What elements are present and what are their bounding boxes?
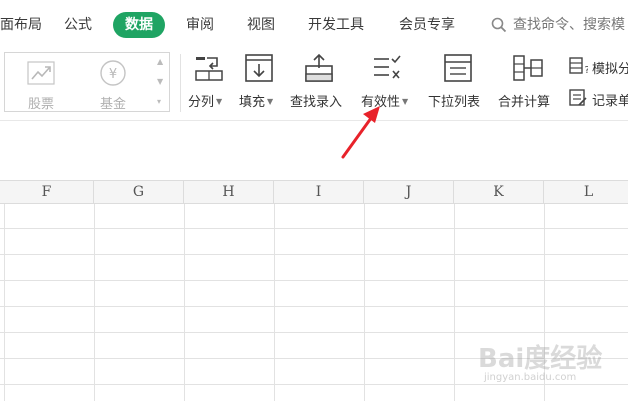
svg-text:¥: ¥ xyxy=(109,67,117,82)
chevron-down-icon: ▼ xyxy=(216,97,223,106)
gallery-label-fund: 基金 xyxy=(99,97,126,112)
column-header-j[interactable]: J xyxy=(364,181,454,204)
grid-line xyxy=(0,306,628,307)
validity-label: 有效性 xyxy=(361,95,401,110)
consolidate-label: 合并计算 xyxy=(498,95,551,110)
watermark-brand: Bai度经验 xyxy=(478,344,603,374)
tab-view[interactable]: 视图 xyxy=(247,12,275,38)
tab-data[interactable]: 数据 xyxy=(113,12,165,38)
column-header-g[interactable]: G xyxy=(94,181,184,204)
tab-member-exclusive[interactable]: 会员专享 xyxy=(399,12,455,38)
scroll-up-icon[interactable]: ▲ xyxy=(157,57,163,66)
column-header-l[interactable]: L xyxy=(544,181,628,204)
stock-chart-icon xyxy=(27,61,55,85)
ribbon-separator xyxy=(180,54,181,112)
yen-coin-icon: ¥ xyxy=(100,60,126,86)
validity-button[interactable]: 有效性 ▼ xyxy=(361,48,421,120)
record-form-label: 记录单 xyxy=(592,94,628,109)
svg-text:?: ? xyxy=(585,65,589,76)
what-if-analysis-icon: ? xyxy=(569,57,589,76)
consolidate-icon xyxy=(513,55,543,81)
gallery-item-stock[interactable]: 股票 xyxy=(9,53,73,112)
grid-line xyxy=(364,204,365,401)
column-header-f[interactable]: F xyxy=(0,181,94,204)
fill-button[interactable]: 填充 ▼ xyxy=(239,48,283,120)
grid-line xyxy=(274,204,275,401)
column-header-h[interactable]: H xyxy=(184,181,274,204)
dropdown-list-icon xyxy=(444,54,472,82)
lookup-entry-icon xyxy=(305,53,333,82)
data-ribbon: 股票 ¥ 基金 ▲ ▼ ▾ 分列 ▼ 填充 ▼ 查找录入 有效性 ▼ 下拉列表 … xyxy=(0,48,628,120)
fill-label: 填充 xyxy=(239,95,266,110)
chevron-down-icon: ▼ xyxy=(402,97,409,106)
tab-developer-tools[interactable]: 开发工具 xyxy=(308,12,364,38)
dropdown-list-button[interactable]: 下拉列表 xyxy=(427,48,489,120)
grid-line xyxy=(4,204,5,401)
gallery-item-fund[interactable]: ¥ 基金 xyxy=(81,53,145,112)
grid-line xyxy=(184,204,185,401)
split-columns-label: 分列 xyxy=(188,95,215,110)
gallery-scroll[interactable]: ▲ ▼ ▾ xyxy=(153,53,169,111)
lookup-entry-button[interactable]: 查找录入 xyxy=(289,48,351,120)
lookup-entry-label: 查找录入 xyxy=(290,95,343,110)
dropdown-list-label: 下拉列表 xyxy=(428,95,481,110)
tab-review[interactable]: 审阅 xyxy=(186,12,214,38)
grid-line xyxy=(0,332,628,333)
chevron-down-icon: ▼ xyxy=(267,97,274,106)
scroll-down-icon[interactable]: ▼ xyxy=(157,77,163,86)
record-form-icon xyxy=(569,89,587,106)
search-placeholder: 查找命令、搜索模 xyxy=(513,17,625,33)
column-header-i[interactable]: I xyxy=(274,181,364,204)
consolidate-button[interactable]: 合并计算 xyxy=(497,48,559,120)
gallery-label-stock: 股票 xyxy=(27,97,54,112)
tab-page-layout[interactable]: 面布局 xyxy=(0,12,42,38)
grid-line xyxy=(0,280,628,281)
tab-formulas[interactable]: 公式 xyxy=(64,12,92,38)
grid-line xyxy=(454,204,455,401)
search-icon xyxy=(491,17,507,33)
watermark-url: jingyan.baidu.com xyxy=(484,372,577,383)
simulate-analysis-button[interactable]: ? 模拟分 xyxy=(566,54,628,84)
formula-bar-area xyxy=(0,120,628,168)
ribbon-tab-bar: 面布局 公式 数据 审阅 视图 开发工具 会员专享 查找命令、搜索模 xyxy=(0,0,628,48)
grid-line xyxy=(0,254,628,255)
column-header-row: F G H I J K L xyxy=(0,180,628,204)
split-columns-icon xyxy=(195,57,223,81)
baidu-watermark: Bai度经验 jingyan.baidu.com xyxy=(478,338,618,398)
gallery-expand-icon[interactable]: ▾ xyxy=(157,97,161,106)
grid-line xyxy=(0,228,628,229)
data-type-gallery: 股票 ¥ 基金 ▲ ▼ ▾ xyxy=(4,52,170,112)
grid-line xyxy=(94,204,95,401)
record-form-button[interactable]: 记录单 xyxy=(566,86,628,116)
data-validation-icon xyxy=(374,55,401,79)
fill-down-icon xyxy=(245,54,273,82)
split-columns-button[interactable]: 分列 ▼ xyxy=(187,48,231,120)
simulate-analysis-label: 模拟分 xyxy=(592,62,628,77)
column-header-k[interactable]: K xyxy=(454,181,544,204)
